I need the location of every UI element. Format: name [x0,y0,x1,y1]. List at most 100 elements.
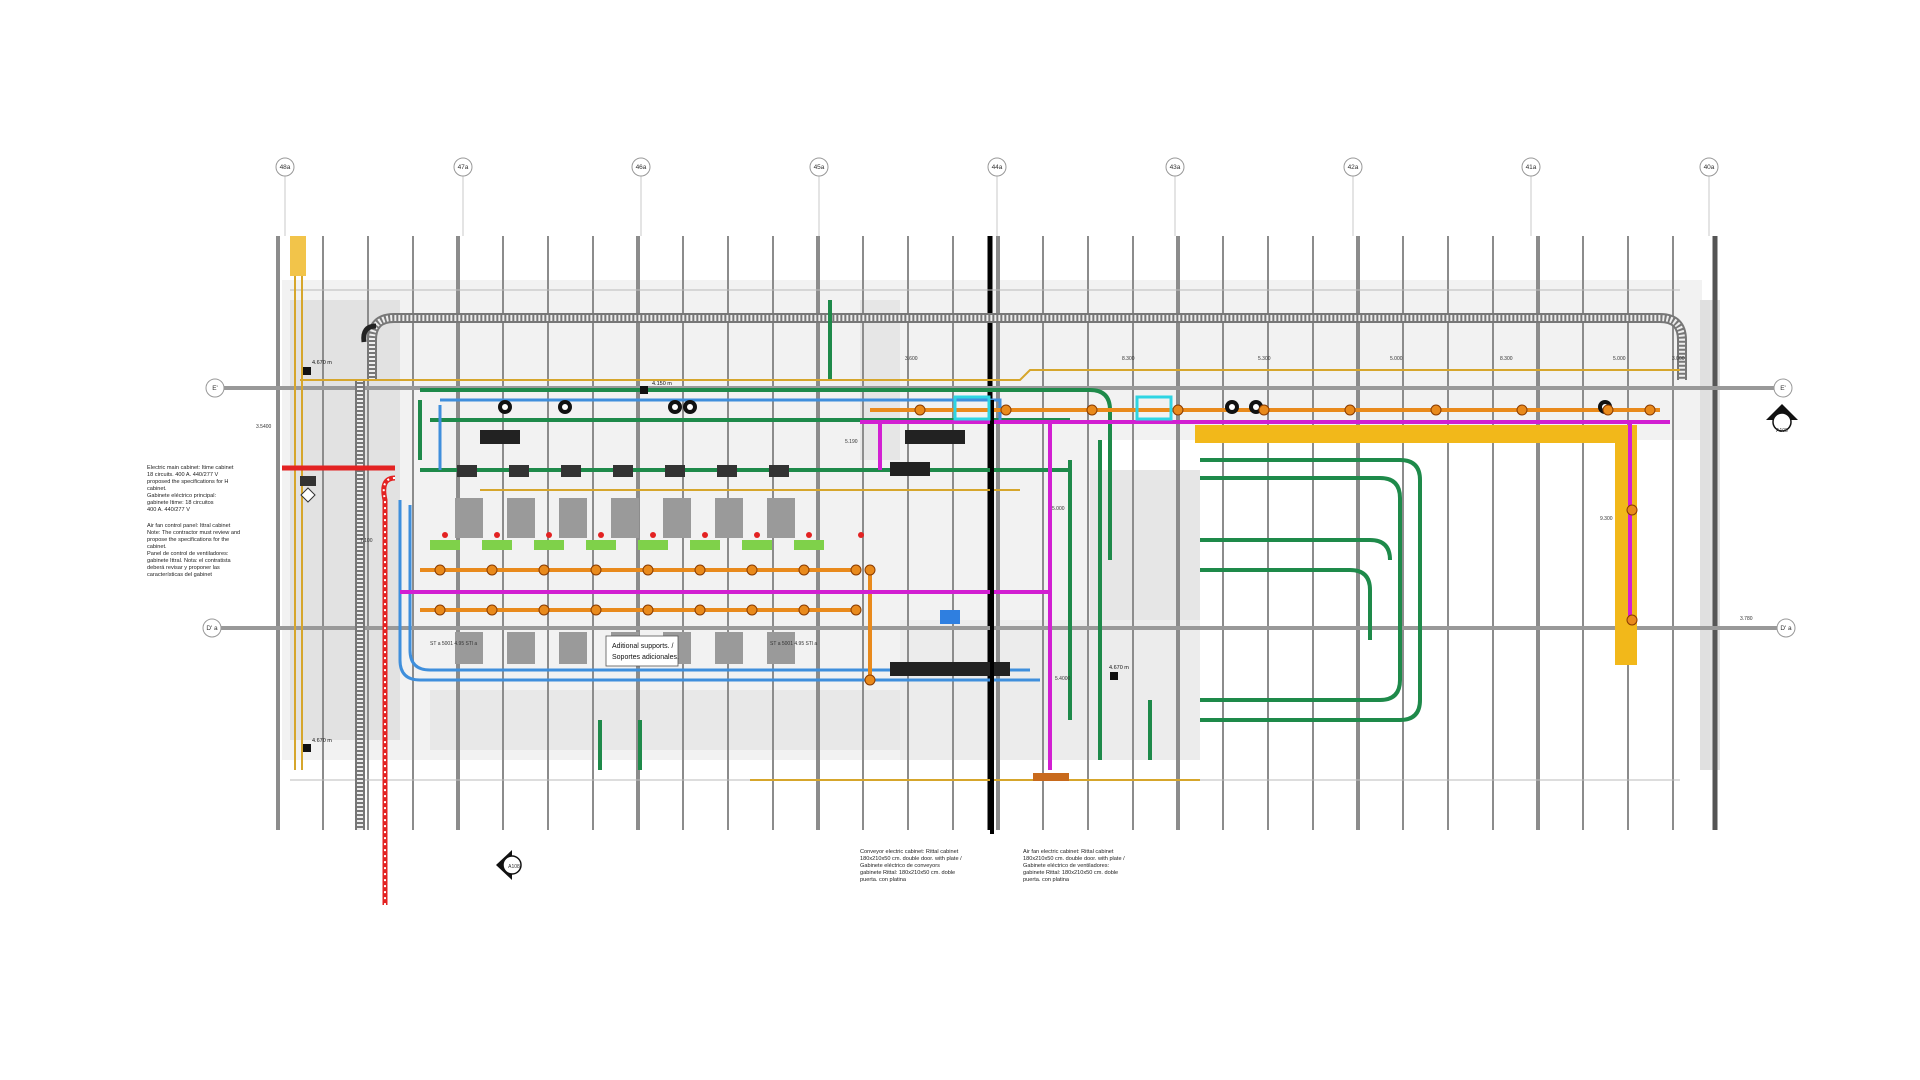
machine-station [767,632,795,664]
equipment-marker [850,604,862,616]
fan-icon-hub [1253,404,1259,410]
equipment-marker-red [754,532,760,538]
dimension-label: 3.5400 [256,424,272,430]
fan-icon-hub [1229,404,1235,410]
dimension-label: 3.600 [905,356,918,362]
machine-station-top [717,465,737,477]
equipment-marker [486,564,498,576]
machine-station-top [509,465,529,477]
machine-green-bar [430,540,460,550]
machine-green-bar [794,540,824,550]
equipment-marker [864,564,876,576]
machine-station-top [769,465,789,477]
equipment-marker [1430,404,1442,416]
equipment-marker-red [858,532,864,538]
level-label: 4.150 m [652,381,672,387]
electric-main-cabinet-note: Electric main cabinet: Itime cabinet 18 … [147,465,234,513]
equipment-marker [434,564,446,576]
dimension-label: 5.300 [1258,356,1271,362]
section-mark-label: A108 [1776,428,1788,434]
air-fan-cabinet-note: Air fan electric cabinet: Rittal cabinet… [1023,849,1125,883]
dimension-label: 8.300 [1500,356,1513,362]
machine-station [455,498,483,538]
level-label: 4.670 m [1109,665,1129,671]
equipment-marker-red [702,532,708,538]
machine-green-bar [690,540,720,550]
equipment-marker [642,604,654,616]
dimension-label: 8.300 [1122,356,1135,362]
equipment-marker-red [598,532,604,538]
machine-station [715,632,743,664]
fan-icon-hub [502,404,508,410]
equipment-marker [1000,404,1012,416]
dimension-label: 7.100 [360,538,373,544]
floor-areas [282,280,1720,770]
equipment-marker [746,604,758,616]
equipment-marker [590,604,602,616]
cabinet-tag: ST a 5001 4.95 STl a [430,641,477,647]
dimension-label: 5.4000 [1055,676,1071,682]
machine-station [663,498,691,538]
grid-column-label: 47a [458,164,469,171]
equipment-marker [642,564,654,576]
equipment-marker-red [546,532,552,538]
equipment-marker [1644,404,1656,416]
air-fan-control-note: Air fan control panel: Ittral cabinet No… [147,523,241,578]
machine-green-bar [534,540,564,550]
level-label: 4.670 m [312,738,332,744]
equipment-marker [590,564,602,576]
grid-column-label: 40a [1704,164,1715,171]
dimension-label: 5.000 [1390,356,1403,362]
equipment-marker [1258,404,1270,416]
grid-column-label: 41a [1526,164,1537,171]
machine-green-bar [586,540,616,550]
equipment-marker [1626,504,1638,516]
grid-column-label: 46a [636,164,647,171]
fan-icon-hub [562,404,568,410]
machine-green-bar [482,540,512,550]
machine-station-top [457,465,477,477]
dimension-label: 3.000 [1672,356,1685,362]
equipment-marker [1602,404,1614,416]
equipment-marker [864,674,876,686]
dimension-label: 5.190 [845,439,858,445]
grid-column-label: 42a [1348,164,1359,171]
cabinet-tag: ST a 5001 4.95 STl a [770,641,817,647]
equipment-marker [1626,614,1638,626]
fan-icon-hub [687,404,693,410]
equipment-marker [1086,404,1098,416]
equipment-marker [538,604,550,616]
grid-column-label: 48a [280,164,291,171]
grid-column-label: 44a [992,164,1003,171]
support-label-en: Aditional supports. / [612,643,674,650]
grid-column-bubbles: 48a 47a 46a 45a 44a 43a 42a 41a 40a [275,157,1719,236]
row-bubble-label: E' [1780,385,1786,392]
machine-station [559,632,587,664]
machine-station [507,498,535,538]
support-label-es: Soportes adicionales. [612,654,679,661]
row-bubble-label: D' a [1780,625,1792,632]
grid-column-label: 43a [1170,164,1181,171]
machine-station [767,498,795,538]
machine-station [455,632,483,664]
machine-station-top [561,465,581,477]
floor-plan-drawing: 48a 47a 46a 45a 44a 43a 42a 41a 40a E' D' a E' D… [202,157,1798,905]
equipment-marker [694,564,706,576]
equipment-marker [914,404,926,416]
row-bubble-label: D' a [206,625,218,632]
equipment-marker [434,604,446,616]
machine-station [611,498,639,538]
level-label: 4.670 m [312,360,332,366]
equipment-marker-red [442,532,448,538]
equipment-marker [798,564,810,576]
equipment-marker [694,604,706,616]
machine-station-top [665,465,685,477]
machine-green-bar [742,540,772,550]
dimension-label: 3.780 [1740,616,1753,622]
dimension-label: 5.000 [1613,356,1626,362]
equipment-marker [1516,404,1528,416]
conveyor-cabinet-note: Conveyor electric cabinet: Rittal cabine… [860,849,962,883]
equipment-marker-red [650,532,656,538]
machine-green-bar [638,540,668,550]
equipment-marker [1172,404,1184,416]
